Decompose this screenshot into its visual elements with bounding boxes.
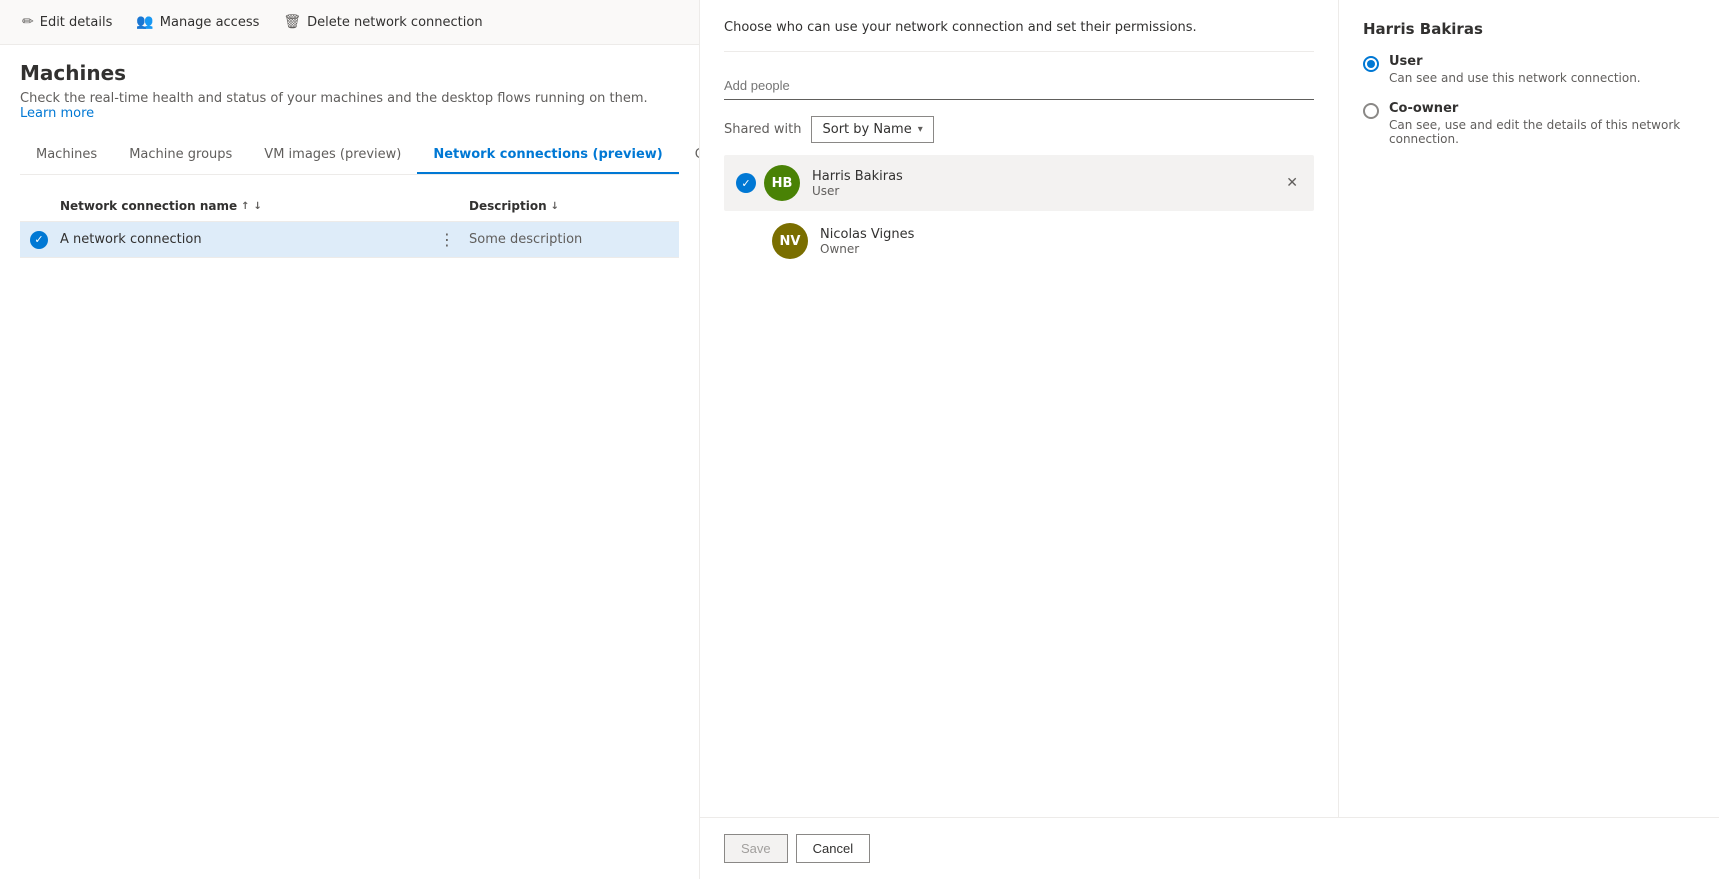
radio-dot-icon [1367, 60, 1375, 68]
delete-connection-label: Delete network connection [307, 15, 482, 30]
edit-icon: ✏ [22, 14, 34, 30]
tabs: Machines Machine groups VM images (previ… [20, 137, 679, 175]
tab-machines[interactable]: Machines [20, 137, 113, 174]
list-header: Network connection name ↑ ↓ Description … [20, 191, 679, 222]
delete-icon: 🗑 [283, 14, 301, 30]
checkbox-checked-icon: ✓ [30, 231, 48, 249]
sort-desc-icon2[interactable]: ↓ [551, 201, 559, 212]
person-role: User [812, 184, 1278, 198]
subtitle-text: Check the real-time health and status of… [20, 91, 648, 106]
col-desc-header: Description ↓ [469, 199, 669, 213]
page-content: Machines Check the real-time health and … [0, 45, 699, 879]
radio-label-group: Co-owner Can see, use and edit the detai… [1389, 101, 1695, 146]
sort-label: Sort by Name [822, 122, 911, 137]
avatar: HB [764, 165, 800, 201]
radio-group: User Can see and use this network connec… [1363, 54, 1695, 146]
col-desc-label: Description [469, 199, 547, 213]
row-description: Some description [469, 232, 669, 247]
add-people-row [724, 72, 1314, 100]
role-label: User [1389, 54, 1641, 69]
learn-more-link[interactable]: Learn more [20, 106, 94, 121]
access-description: Choose who can use your network connecti… [724, 20, 1314, 52]
list-item[interactable]: ✓ HB Harris Bakiras User ✕ [724, 155, 1314, 211]
row-more-button[interactable]: ⋮ [439, 230, 459, 249]
selected-check-icon: ✓ [736, 173, 756, 193]
remove-person-button[interactable]: ✕ [1282, 171, 1302, 195]
radio-item-coowner[interactable]: Co-owner Can see, use and edit the detai… [1363, 101, 1695, 146]
right-panel: Choose who can use your network connecti… [700, 0, 1719, 879]
shared-with-label: Shared with [724, 122, 801, 137]
page-title: Machines [20, 61, 679, 85]
radio-input-user[interactable] [1363, 56, 1379, 72]
person-role: Owner [820, 242, 1302, 256]
panel-footer: Save Cancel [700, 817, 1719, 879]
radio-item-user[interactable]: User Can see and use this network connec… [1363, 54, 1695, 85]
col-name-header: Network connection name ↑ ↓ [60, 199, 439, 213]
manage-access-content: Choose who can use your network connecti… [700, 0, 1719, 817]
role-label: Co-owner [1389, 101, 1695, 116]
shared-with-row: Shared with Sort by Name ▾ [724, 116, 1314, 143]
radio-input-coowner[interactable] [1363, 103, 1379, 119]
edit-details-label: Edit details [40, 15, 113, 30]
left-panel: ✏ Edit details 👥 Manage access 🗑 Delete … [0, 0, 700, 879]
manage-icon: 👥 [136, 14, 153, 30]
save-button[interactable]: Save [724, 834, 788, 863]
col-name-label: Network connection name [60, 199, 237, 213]
sort-desc-icon[interactable]: ↓ [254, 201, 262, 212]
manage-access-label: Manage access [160, 15, 260, 30]
radio-label-group: User Can see and use this network connec… [1389, 54, 1641, 85]
edit-details-button[interactable]: ✏ Edit details [20, 10, 114, 34]
person-info: Nicolas Vignes Owner [820, 227, 1302, 256]
add-people-input[interactable] [724, 72, 1314, 100]
tab-machine-groups[interactable]: Machine groups [113, 137, 248, 174]
toolbar: ✏ Edit details 👥 Manage access 🗑 Delete … [0, 0, 699, 45]
sort-dropdown[interactable]: Sort by Name ▾ [811, 116, 933, 143]
tab-vm-images[interactable]: VM images (preview) [248, 137, 417, 174]
cancel-button[interactable]: Cancel [796, 834, 870, 863]
person-name: Harris Bakiras [812, 169, 1278, 184]
sort-asc-icon[interactable]: ↑ [241, 201, 249, 212]
row-name: A network connection [60, 232, 439, 247]
chevron-down-icon: ▾ [918, 124, 923, 135]
row-checkbox[interactable]: ✓ [30, 231, 50, 249]
delete-connection-button[interactable]: 🗑 Delete network connection [281, 10, 484, 34]
role-description: Can see, use and edit the details of thi… [1389, 118, 1695, 146]
list-item[interactable]: NV Nicolas Vignes Owner [724, 213, 1314, 269]
role-description: Can see and use this network connection. [1389, 71, 1641, 85]
permission-panel: Harris Bakiras User Can see and use this… [1339, 0, 1719, 817]
tab-network-connections[interactable]: Network connections (preview) [417, 137, 678, 174]
people-list: ✓ HB Harris Bakiras User ✕ NV Nicolas Vi… [724, 155, 1314, 269]
table-row[interactable]: ✓ A network connection ⋮ Some descriptio… [20, 222, 679, 258]
manage-access-button[interactable]: 👥 Manage access [134, 10, 261, 34]
person-name: Nicolas Vignes [820, 227, 1302, 242]
avatar: NV [772, 223, 808, 259]
page-subtitle: Check the real-time health and status of… [20, 91, 679, 121]
person-info: Harris Bakiras User [812, 169, 1278, 198]
tab-gateways[interactable]: Gateways [679, 137, 699, 174]
permission-user-name: Harris Bakiras [1363, 20, 1695, 38]
access-main: Choose who can use your network connecti… [700, 0, 1339, 817]
